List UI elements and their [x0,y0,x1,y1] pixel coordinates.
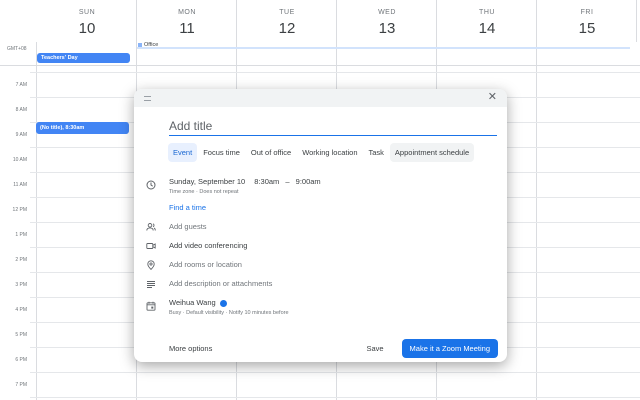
calendar-color-dot[interactable] [219,299,227,307]
hour-line [30,397,640,398]
add-description-row[interactable]: Add description or attachments [146,279,497,289]
quick-event-dialog: ✕ Event Focus time Out of office Working… [134,89,507,362]
all-day-divider [0,65,640,66]
teachers-day-event[interactable]: Teachers' Day [37,53,130,63]
column-divider [336,0,337,42]
day-header-mon[interactable]: MON 11 [137,0,237,42]
day-number[interactable]: 14 [437,20,537,37]
tab-appointment-schedule[interactable]: Appointment schedule [389,143,475,162]
hour-label: 3 PM [15,282,27,288]
office-icon [138,43,142,47]
day-number[interactable]: 10 [37,20,137,37]
tab-focus-time[interactable]: Focus time [198,143,245,162]
close-icon[interactable]: ✕ [488,90,497,103]
day-number[interactable]: 12 [237,20,337,37]
tab-event[interactable]: Event [168,143,198,162]
hour-line [30,372,640,373]
hour-label: 7 AM [15,82,27,88]
end-time-selector[interactable]: 9:00am [296,177,321,186]
add-description-label: Add description or attachments [169,279,273,288]
location-pin-icon [146,260,156,270]
day-header-thu[interactable]: THU 14 [437,0,537,42]
office-location-chip[interactable]: Office [138,42,158,48]
more-options-button[interactable]: More options [169,344,212,353]
event-title: (No title), 8:30am [40,125,85,131]
hour-label: 7 PM [15,382,27,388]
column-divider [136,0,137,42]
new-event-block[interactable]: (No title), 8:30am [36,122,129,134]
tab-working-location[interactable]: Working location [297,143,362,162]
clock-icon [146,180,156,190]
time-separator: – [285,177,290,186]
add-location-label: Add rooms or location [169,260,242,269]
tab-out-of-office[interactable]: Out of office [246,143,296,162]
day-of-week: SUN [78,9,96,16]
day-number[interactable]: 11 [137,20,237,37]
column-divider [636,0,637,42]
day-header-tue[interactable]: TUE 12 [237,0,337,42]
find-a-time-link[interactable]: Find a time [169,203,206,212]
hour-label: 10 AM [12,157,27,163]
video-camera-icon [146,241,156,251]
add-video-label: Add video conferencing [169,241,248,250]
day-of-week: WED [378,9,396,16]
day-of-week: TUE [279,9,295,16]
add-location-row[interactable]: Add rooms or location [146,260,497,270]
day-number[interactable]: 15 [537,20,637,37]
day-of-week: THU [479,9,495,16]
dialog-drag-bar[interactable]: ✕ [134,89,507,107]
add-video-row[interactable]: Add video conferencing [146,241,497,251]
start-time-selector[interactable]: 8:30am [254,177,279,186]
hour-label: 4 PM [15,307,27,313]
title-input[interactable] [169,117,497,136]
day-of-week: MON [178,9,196,16]
column-divider [236,0,237,42]
timezone-repeat-note[interactable]: Time zone · Does not repeat [169,189,321,195]
day-header-fri[interactable]: FRI 15 [537,0,637,42]
calendar-owner-row[interactable]: Weihua Wang Busy · Default visibility · … [146,298,497,316]
office-location-bar[interactable] [137,42,630,49]
date-selector[interactable]: Sunday, September 10 [169,177,245,186]
calendar-settings-note: Busy · Default visibility · Notify 10 mi… [169,310,289,316]
hour-label: 8 AM [15,107,27,113]
timezone-label: GMT+08 [7,46,27,52]
day-of-week: FRI [580,9,594,16]
drag-handle-icon[interactable] [144,96,151,101]
hour-label: 2 PM [15,257,27,263]
hour-label: 6 PM [15,357,27,363]
description-icon [146,279,156,289]
add-guests-label: Add guests [169,222,207,231]
save-button[interactable]: Save [366,344,383,353]
hour-line [30,72,640,73]
event-type-tabs: Event Focus time Out of office Working l… [168,143,475,162]
hour-label: 12 PM [12,207,27,213]
hour-label: 5 PM [15,332,27,338]
dialog-actions: More options Save Make it a Zoom Meeting [169,339,498,358]
day-number[interactable]: 13 [337,20,437,37]
people-icon [146,222,156,232]
tab-task[interactable]: Task [364,143,389,162]
zoom-meeting-button[interactable]: Make it a Zoom Meeting [401,339,498,358]
column-divider [436,0,437,42]
office-label: Office [144,42,159,48]
column-divider [536,0,537,42]
day-header-wed[interactable]: WED 13 [337,0,437,42]
day-header-sun[interactable]: SUN 10 [37,0,137,42]
calendar-owner-name: Weihua Wang [169,298,216,307]
hour-label: 1 PM [15,232,27,238]
hour-label: 9 AM [15,132,27,138]
calendar-icon [146,301,156,311]
add-guests-row[interactable]: Add guests [146,222,497,232]
hour-label: 11 AM [13,182,27,188]
time-row: Sunday, September 10 8:30am – 9:00am Tim… [146,177,497,195]
